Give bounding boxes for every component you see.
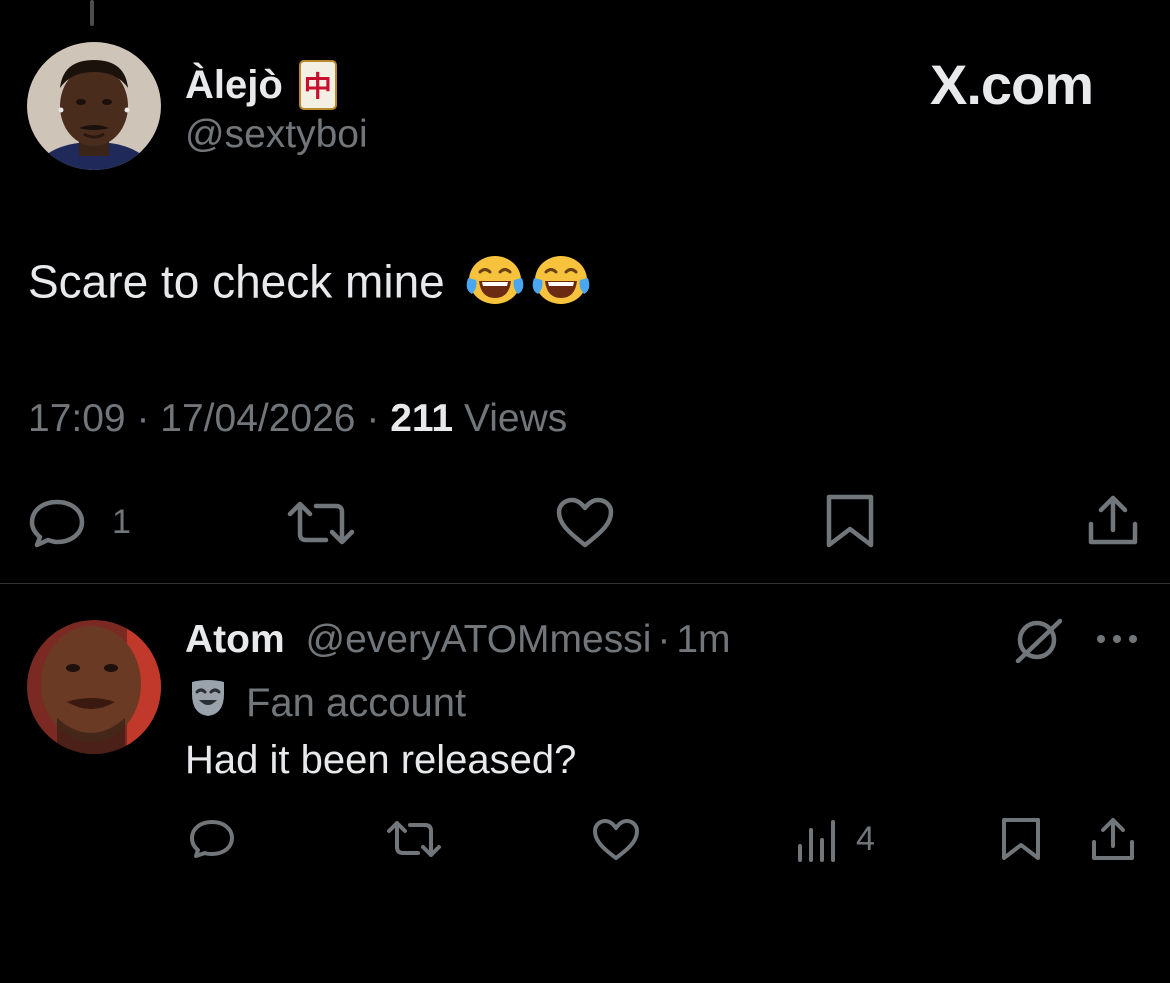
grok-icon[interactable] — [1014, 617, 1064, 663]
reply-views-count: 4 — [856, 820, 875, 858]
share-icon[interactable] — [1090, 816, 1136, 862]
mahjong-tile-badge: 中 — [298, 60, 337, 110]
theater-mask-icon — [188, 678, 228, 728]
analytics-icon[interactable] — [796, 818, 838, 862]
tweet-meta: 17:09 · 17/04/2026 · 211 Views — [28, 397, 567, 441]
reply-author-avatar[interactable] — [27, 620, 161, 754]
divider — [0, 583, 1170, 584]
meta-separator: · — [366, 397, 380, 440]
reply-text: Had it been released? — [185, 738, 577, 782]
tweet-time: 17:09 — [28, 397, 126, 440]
reply-author-name[interactable]: Atom — [185, 618, 285, 661]
face-with-tears-of-joy-icon — [532, 254, 590, 317]
author-name[interactable]: Àlejò 中 — [185, 60, 337, 110]
author-handle[interactable]: @sextyboi — [185, 113, 368, 157]
reply-icon[interactable] — [28, 498, 86, 548]
fan-account-label: Fan account — [188, 678, 466, 728]
reply-header: Atom @everyATOMmessi · 1m — [185, 618, 731, 662]
retweet-icon[interactable] — [386, 820, 442, 858]
x-logo: X.com — [930, 52, 1094, 117]
reply-author-handle[interactable]: @everyATOMmessi — [306, 618, 652, 661]
views-count: 211 — [390, 397, 454, 440]
retweet-icon[interactable] — [286, 500, 356, 546]
like-icon[interactable] — [591, 818, 641, 862]
bookmark-icon[interactable] — [1000, 816, 1042, 862]
more-options-icon[interactable] — [1094, 632, 1140, 646]
meta-separator: · — [136, 397, 150, 440]
tweet-date: 17/04/2026 — [160, 397, 356, 440]
brand-text: X.com — [930, 53, 1094, 116]
bookmark-icon[interactable] — [825, 493, 875, 549]
author-name-text: Àlejò — [185, 62, 283, 107]
face-with-tears-of-joy-icon — [466, 254, 524, 317]
tweet-text: Scare to check mine — [28, 254, 590, 317]
reply-time[interactable]: 1m — [676, 618, 730, 661]
like-icon[interactable] — [555, 497, 615, 549]
reply-icon[interactable] — [188, 818, 236, 860]
author-avatar[interactable] — [27, 42, 161, 170]
fan-account-text: Fan account — [246, 680, 467, 725]
share-icon[interactable] — [1086, 494, 1140, 548]
tweet-text-content: Scare to check mine — [28, 255, 445, 308]
reply-count: 1 — [112, 503, 131, 541]
reply-separator: · — [657, 618, 671, 661]
views-label: Views — [463, 397, 568, 440]
thread-connector-line — [90, 0, 94, 26]
